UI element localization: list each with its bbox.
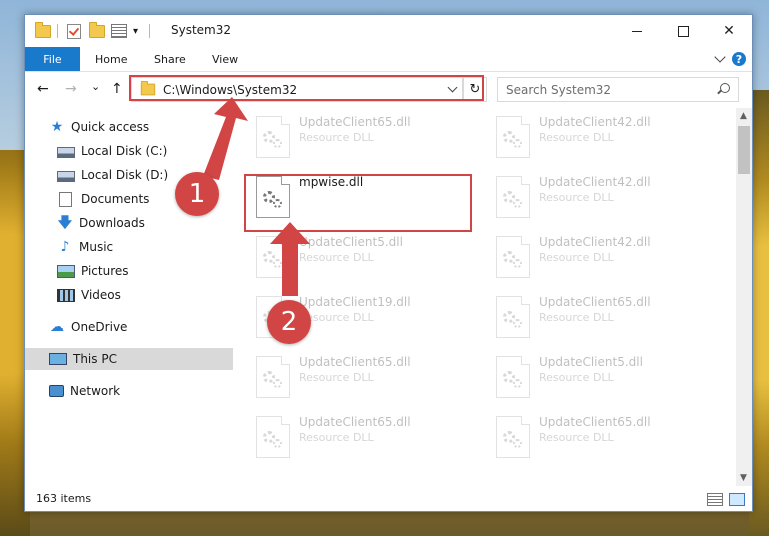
arrow-2	[270, 222, 310, 296]
arrow-1	[203, 97, 248, 180]
callout-step-2: 2	[267, 300, 311, 344]
callout-step-1: 1	[175, 172, 219, 216]
callout-arrows	[203, 97, 310, 296]
